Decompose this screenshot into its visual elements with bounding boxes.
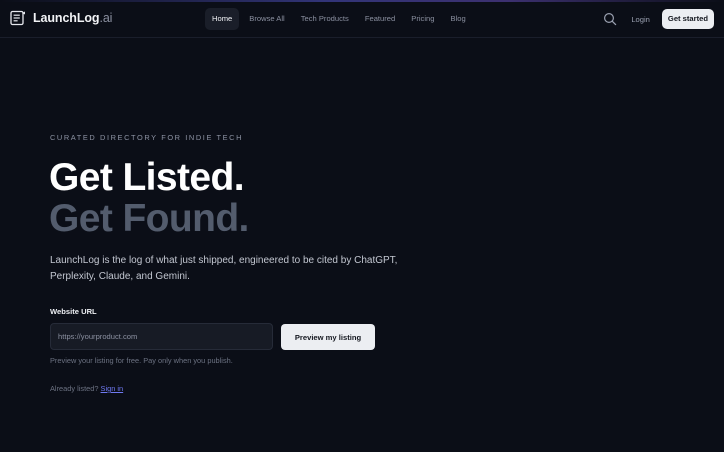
main-nav: Home Browse All Tech Products Featured P… <box>205 8 474 30</box>
already-listed-row: Already listed? Sign in <box>50 384 123 393</box>
website-url-input[interactable] <box>50 323 273 350</box>
header-actions: Login Get started <box>603 8 714 30</box>
hero-headline-primary: Get Listed. <box>49 156 245 199</box>
hero-eyebrow: CURATED DIRECTORY FOR INDIE TECH <box>50 133 244 142</box>
website-url-label: Website URL <box>50 307 97 316</box>
form-helper-text: Preview your listing for free. Pay only … <box>50 356 233 365</box>
hero-description: LaunchLog is the log of what just shippe… <box>50 255 398 282</box>
hero-headline-secondary: Get Found. <box>49 197 249 240</box>
logo-icon <box>10 10 25 26</box>
search-icon[interactable] <box>603 12 617 26</box>
get-started-button[interactable]: Get started <box>661 9 714 29</box>
landing-page: LaunchLog.ai Home Browse All Tech Produc… <box>0 0 724 452</box>
site-header: LaunchLog.ai Home Browse All Tech Produc… <box>0 0 724 38</box>
nav-item-featured[interactable]: Featured <box>357 8 403 30</box>
already-listed-text: Already listed? <box>50 384 99 393</box>
nav-item-home[interactable]: Home <box>205 8 240 30</box>
brand-suffix: .ai <box>99 11 113 25</box>
brand-logo[interactable]: LaunchLog.ai <box>10 10 112 26</box>
brand-name: LaunchLog.ai <box>33 11 113 25</box>
nav-item-blog[interactable]: Blog <box>442 8 473 30</box>
nav-item-pricing[interactable]: Pricing <box>403 8 442 30</box>
preview-listing-button[interactable]: Preview my listing <box>281 324 375 350</box>
nav-item-browse-all[interactable]: Browse All <box>241 8 292 30</box>
nav-item-tech-products[interactable]: Tech Products <box>293 8 357 30</box>
login-link[interactable]: Login <box>631 15 650 24</box>
sign-in-link[interactable]: Sign in <box>101 384 124 393</box>
